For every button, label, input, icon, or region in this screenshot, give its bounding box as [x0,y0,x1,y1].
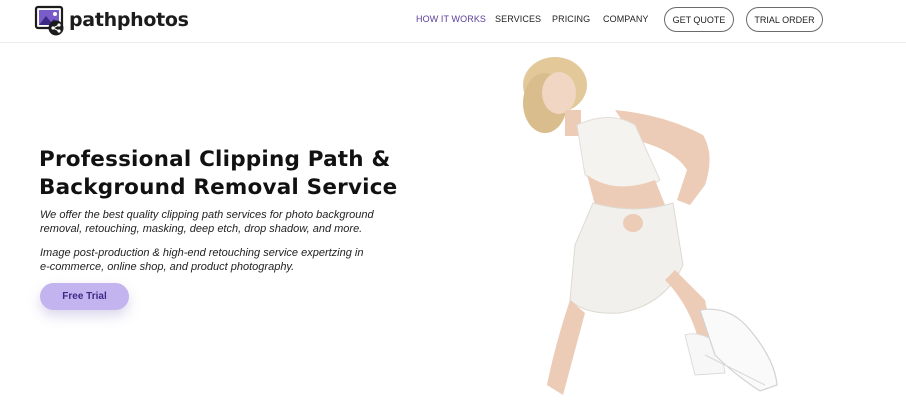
nav-how-it-works[interactable]: HOW IT WORKS [416,14,486,24]
photo-share-logo-icon [34,4,68,36]
free-trial-button[interactable]: Free Trial [40,283,129,310]
nav-pricing[interactable]: PRICING [552,14,590,24]
hero-title: Professional Clipping Path & Background … [39,146,459,202]
hero-title-line: Background Removal Service [39,175,398,200]
hero-model-image [515,55,795,400]
hero-title-line: Professional Clipping Path & [39,147,391,172]
hero-subdescription: Image post-production & high-end retouch… [40,247,364,273]
brand-name: pathphotos [69,9,189,31]
brand-logo[interactable]: pathphotos [34,4,189,36]
nav-services[interactable]: SERVICES [495,14,541,24]
site-header: pathphotos HOW IT WORKS SERVICES PRICING… [0,0,906,43]
trial-order-button[interactable]: TRIAL ORDER [746,7,823,32]
get-quote-button[interactable]: GET QUOTE [664,7,734,32]
nav-company[interactable]: COMPANY [603,14,649,24]
hero-description: We offer the best quality clipping path … [40,209,374,235]
